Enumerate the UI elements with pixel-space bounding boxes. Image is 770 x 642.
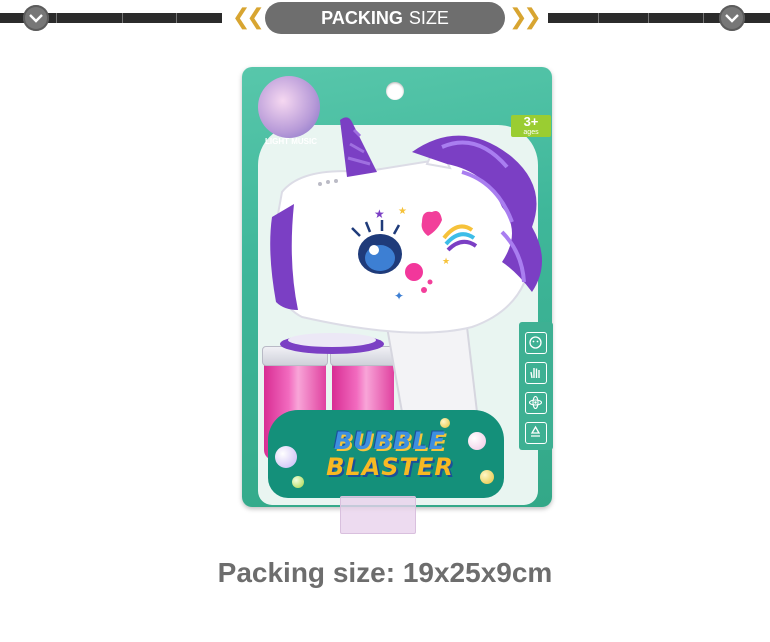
bubble-decoration [292,476,304,488]
svg-text:★: ★ [398,206,407,217]
double-chevron-left-icon: ❮❮ [232,5,265,30]
atom-icon [525,392,547,414]
bubble-decoration [468,432,486,450]
feature-icon-strip [519,322,553,450]
hang-hole [386,82,404,100]
product-logo-line1: BUBBLE [333,427,447,455]
face-icon [525,332,547,354]
section-title-pill: PACKING SIZE [265,2,505,34]
double-chevron-right-icon: ❯❯ [509,5,542,30]
bubble-decoration [275,446,297,468]
product-logo: BUBBLE BLASTER [310,428,470,480]
bubble-decoration [480,470,494,484]
section-title-light: SIZE [408,8,449,28]
chevron-down-icon[interactable] [23,5,49,31]
unicorn-bubble-gun: ★ ★ ✦ ★ [270,117,542,413]
svg-text:★: ★ [374,207,385,221]
chevron-down-icon[interactable] [719,5,745,31]
packing-size-caption: Packing size: 19x25x9cm [217,557,553,588]
recycle-icon [525,422,547,444]
hand-icon [525,362,547,384]
section-title-bold: PACKING [321,8,403,28]
blister-stand [340,496,416,534]
svg-text:★: ★ [442,257,450,267]
product-logo-line2: BLASTER [326,453,454,481]
svg-text:✦: ✦ [394,289,404,303]
